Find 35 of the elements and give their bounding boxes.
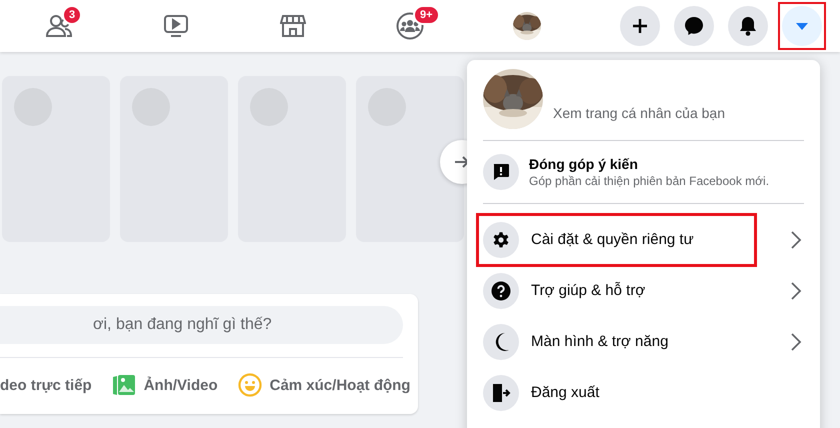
- feedback-subtitle: Góp phần cải thiện phiên bản Facebook mới.: [529, 174, 770, 188]
- gear-icon: [491, 230, 511, 250]
- composer-action[interactable]: deo trực tiếp: [0, 376, 92, 394]
- photo-icon: [112, 373, 136, 397]
- menu-label: Trợ giúp & hỗ trợ: [531, 282, 646, 299]
- post-input-field[interactable]: ơi, bạn đang nghĩ gì thế?: [0, 306, 403, 344]
- arrow-right-icon: [454, 155, 470, 169]
- menu-label: Màn hình & trợ năng: [531, 333, 668, 350]
- header-button[interactable]: [674, 6, 714, 46]
- header-button[interactable]: [728, 6, 768, 46]
- menu-label: Cài đặt & quyền riêng tư: [531, 231, 694, 248]
- plus-icon: [631, 17, 649, 35]
- composer-action[interactable]: Ảnh/Video: [112, 373, 218, 397]
- count-badge: 9+: [413, 5, 440, 25]
- menu-item[interactable]: Màn hình & trợ năng: [476, 316, 804, 367]
- caret-icon: [795, 21, 809, 31]
- profile-row[interactable]: Xem trang cá nhân của bạn: [483, 68, 804, 130]
- menu-label: Đăng xuất: [531, 384, 600, 401]
- exit-door-icon: [491, 382, 511, 402]
- store-icon: [280, 13, 306, 39]
- bell-icon: [739, 16, 757, 36]
- composer-action[interactable]: Cảm xúc/Hoạt động: [238, 373, 410, 397]
- menu-item[interactable]: Trợ giúp & hỗ trợ: [476, 265, 804, 316]
- chat-bubble-icon: [684, 16, 704, 36]
- video-icon: [162, 14, 188, 38]
- feedback-item[interactable]: Đóng góp ý kiến Góp phần cải thiện phiên bản Facebook mới.: [483, 151, 804, 193]
- question-icon: [491, 280, 511, 300]
- smiley-icon: [238, 373, 262, 397]
- nav-tab[interactable]: 9+: [351, 1, 468, 51]
- menu-item[interactable]: Đăng xuất: [476, 367, 804, 418]
- nav-tab[interactable]: 3: [0, 1, 117, 51]
- count-badge: 3: [62, 5, 82, 25]
- feedback-title: Đóng góp ý kiến: [529, 156, 639, 172]
- header-button[interactable]: [620, 6, 660, 46]
- exclamation-bubble-icon: [492, 163, 510, 181]
